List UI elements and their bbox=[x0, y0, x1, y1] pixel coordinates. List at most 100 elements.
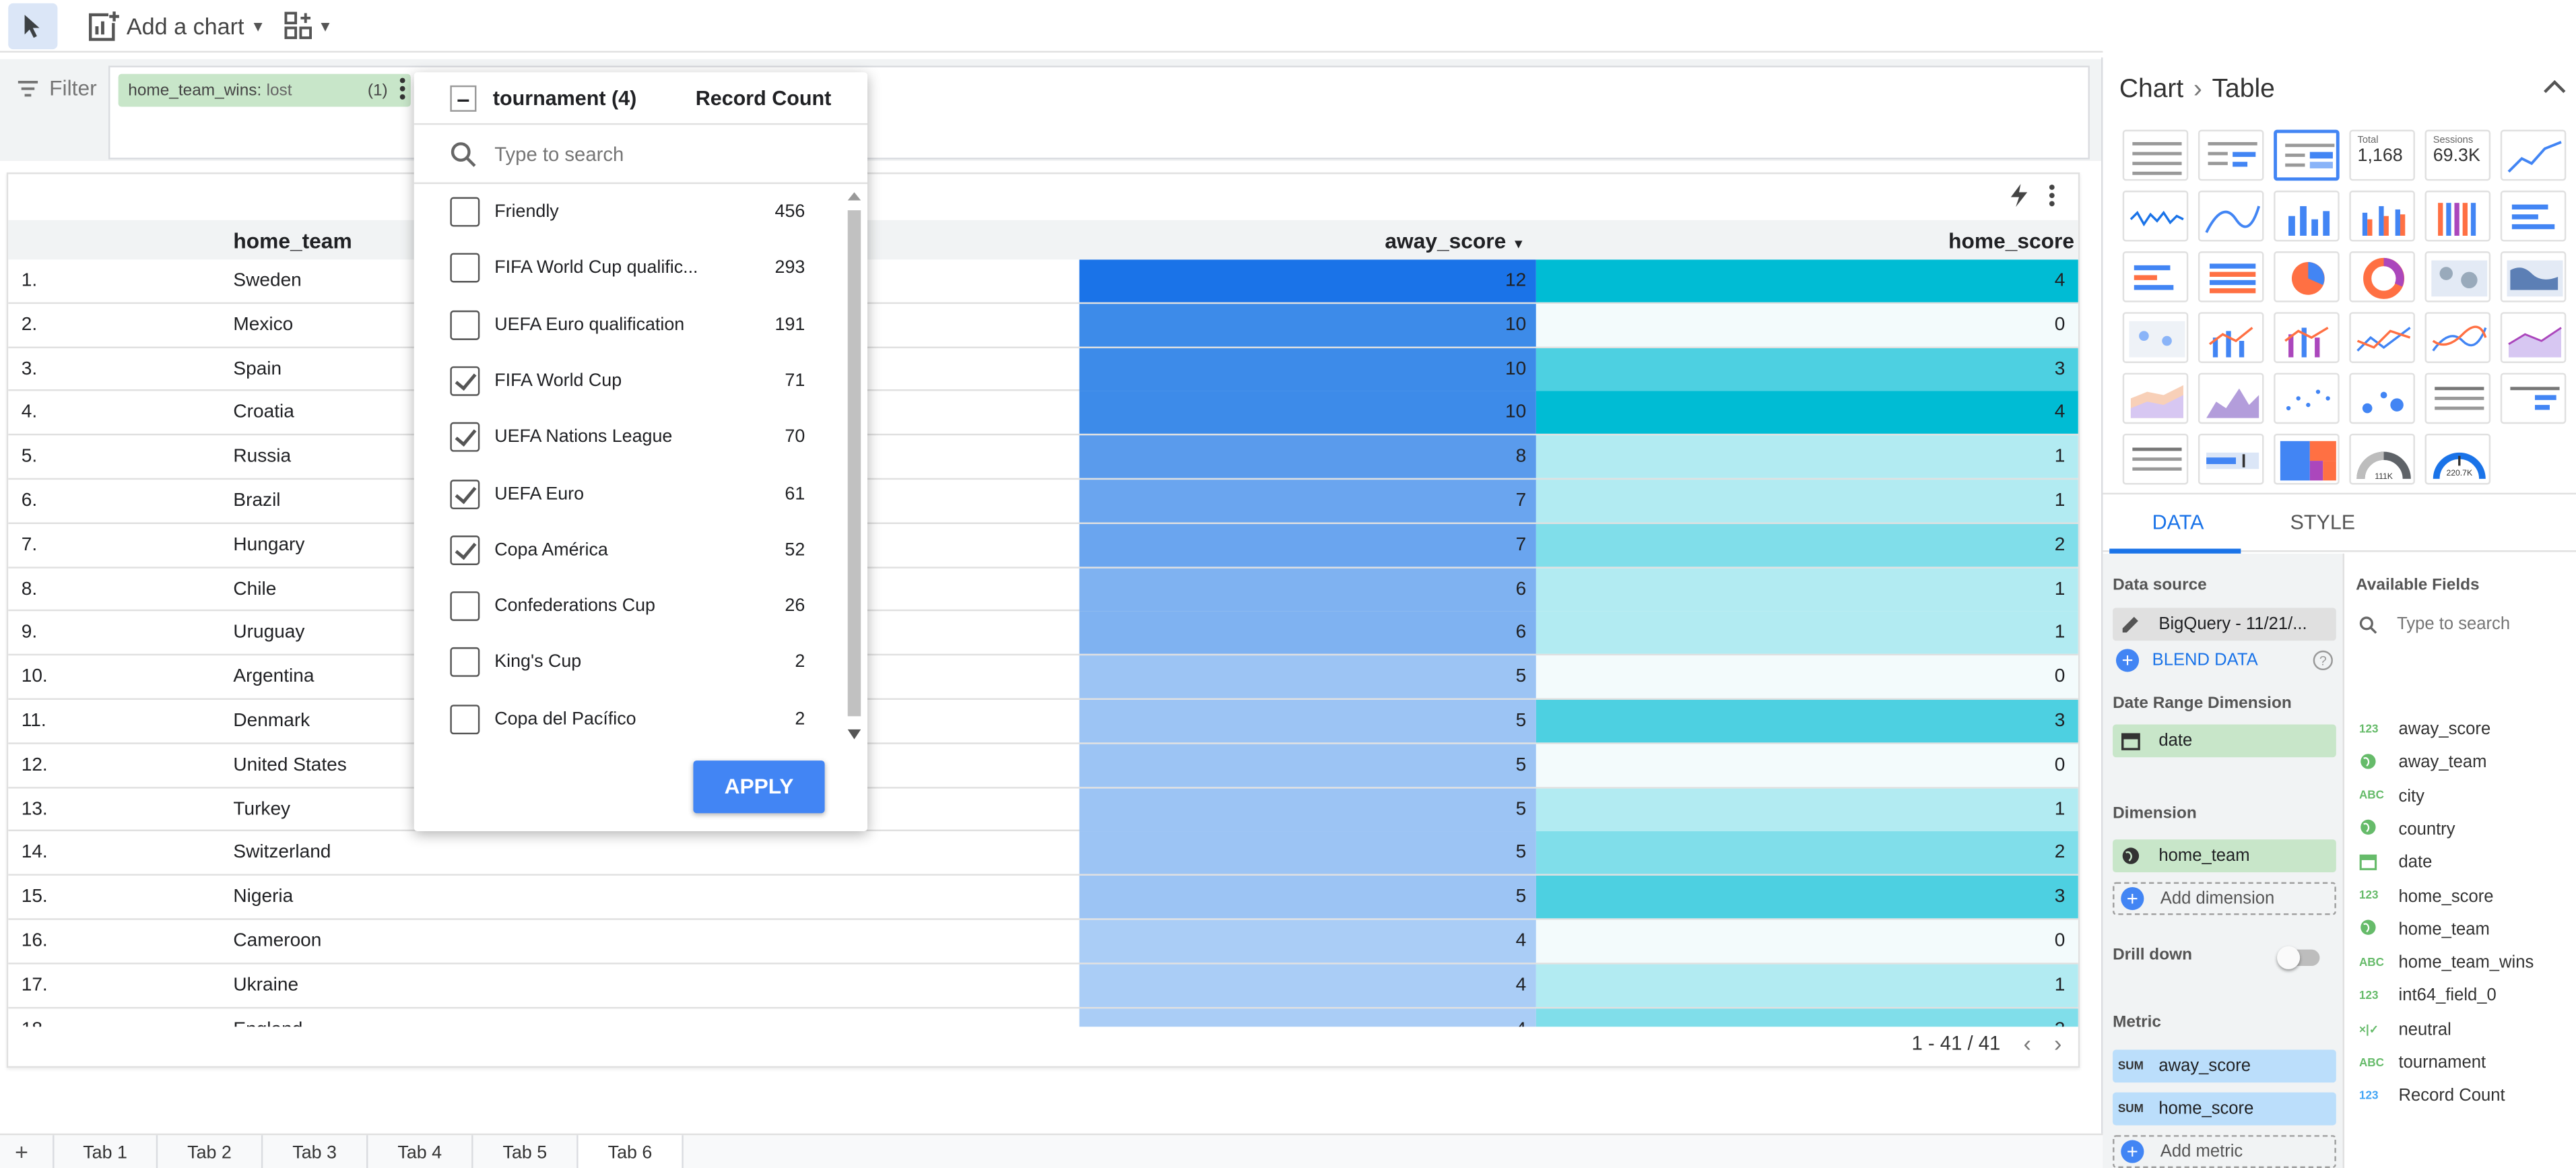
more-vert-icon[interactable] bbox=[2049, 184, 2055, 215]
checkbox-unchecked[interactable] bbox=[450, 647, 480, 678]
column-chart-icon[interactable] bbox=[2274, 190, 2340, 242]
table-row[interactable]: 8. Chile 6 1 bbox=[8, 567, 2078, 612]
dropdown-option[interactable]: UEFA Euro 61 bbox=[414, 465, 841, 522]
blend-data-button[interactable]: + BLEND DATA ? bbox=[2113, 649, 2336, 672]
dropdown-scrollbar[interactable] bbox=[843, 187, 865, 746]
dropdown-option[interactable]: UEFA Euro qualification 191 bbox=[414, 296, 841, 353]
checkbox-unchecked[interactable] bbox=[450, 591, 480, 622]
select-tool-button[interactable] bbox=[8, 2, 58, 48]
table-chart[interactable]: home_team away_score ▼ home_score 1. Swed… bbox=[6, 172, 2080, 1068]
dropdown-option[interactable]: Copa del Pacífico 2 bbox=[414, 691, 841, 748]
grouped-column-icon[interactable] bbox=[2349, 190, 2415, 242]
table-row[interactable]: 7. Hungary 7 2 bbox=[8, 523, 2078, 568]
table-row[interactable]: 14. Switzerland 5 2 bbox=[8, 831, 2078, 876]
bullet-chart-icon[interactable] bbox=[2198, 433, 2264, 485]
field-item[interactable]: home_team bbox=[2359, 913, 2490, 946]
bubble-chart-icon[interactable] bbox=[2349, 372, 2415, 424]
scorecard-total-icon[interactable]: Total 1,168 bbox=[2349, 129, 2415, 181]
checkbox-checked[interactable] bbox=[450, 366, 480, 396]
data-source-selector[interactable]: BigQuery - 11/21/... bbox=[2113, 608, 2336, 641]
column-header-home-team[interactable]: home_team bbox=[233, 228, 352, 253]
field-item[interactable]: 123 int64_field_0 bbox=[2359, 979, 2497, 1012]
table-heatmap-icon[interactable] bbox=[2274, 129, 2340, 181]
filter-chip[interactable]: home_team_wins: lost (1) bbox=[118, 73, 411, 107]
field-item[interactable]: away_team bbox=[2359, 746, 2487, 779]
tab-style[interactable]: STYLE bbox=[2290, 511, 2356, 533]
table-row[interactable]: 16. Cameroon 4 0 bbox=[8, 919, 2078, 965]
fields-search[interactable]: Type to search bbox=[2359, 608, 2573, 641]
help-icon[interactable]: ? bbox=[2313, 650, 2333, 671]
page-tab[interactable]: Tab 6 bbox=[578, 1135, 684, 1168]
stacked-combo-icon[interactable] bbox=[2274, 312, 2340, 363]
checkbox-unchecked[interactable] bbox=[450, 197, 480, 227]
page-tab[interactable]: Tab 2 bbox=[158, 1135, 263, 1168]
deselect-all-checkbox[interactable]: – bbox=[450, 85, 477, 112]
horizontal-bar-icon[interactable] bbox=[2122, 251, 2189, 302]
column-header-home-score[interactable]: home_score bbox=[1948, 228, 2074, 253]
bolt-icon[interactable] bbox=[2009, 183, 2028, 217]
page-tab[interactable]: Tab 1 bbox=[53, 1135, 158, 1168]
table-row[interactable]: 5. Russia 8 1 bbox=[8, 435, 2078, 480]
area-chart-icon[interactable] bbox=[2500, 312, 2567, 363]
table-row[interactable]: 10. Argentina 5 0 bbox=[8, 655, 2078, 700]
table-row[interactable]: 13. Turkey 5 1 bbox=[8, 787, 2078, 832]
dropdown-option[interactable]: FIFA World Cup 71 bbox=[414, 353, 841, 410]
page-tab[interactable]: Tab 5 bbox=[473, 1135, 579, 1168]
smoothed-line-icon[interactable] bbox=[2198, 190, 2264, 242]
filter-box[interactable]: home_team_wins: lost (1) bbox=[108, 65, 2090, 160]
gauge-icon[interactable]: 111K bbox=[2349, 433, 2415, 485]
table-row[interactable]: 12. United States 5 0 bbox=[8, 744, 2078, 788]
field-item[interactable]: 123 home_score bbox=[2359, 880, 2493, 913]
percent-area-icon[interactable] bbox=[2198, 372, 2264, 424]
table-row[interactable]: 9. Uruguay 6 1 bbox=[8, 612, 2078, 656]
tab-data[interactable]: DATA bbox=[2152, 511, 2204, 533]
dropdown-option[interactable]: King's Cup 2 bbox=[414, 635, 841, 691]
apply-button[interactable]: APPLY bbox=[693, 760, 825, 814]
donut-chart-icon[interactable] bbox=[2349, 251, 2415, 302]
chevron-up-icon[interactable] bbox=[2543, 74, 2566, 104]
metric-home-score[interactable]: SUM home_score bbox=[2113, 1092, 2336, 1126]
dropdown-option[interactable]: UEFA Nations League 70 bbox=[414, 410, 841, 466]
stacked-area-icon[interactable] bbox=[2122, 372, 2189, 424]
add-chart-button[interactable]: Add a chart ▼ bbox=[87, 9, 265, 42]
dropdown-option[interactable]: FIFA World Cup qualific... 293 bbox=[414, 240, 841, 297]
gauge-range-icon[interactable]: 220.7K bbox=[2424, 433, 2491, 485]
date-range-dimension[interactable]: date bbox=[2113, 724, 2336, 758]
bar-chart-icon[interactable] bbox=[2500, 190, 2567, 242]
table-row[interactable]: 18. England 42 bbox=[8, 1008, 2078, 1027]
field-item[interactable]: date bbox=[2359, 846, 2432, 879]
table-bars-icon[interactable] bbox=[2198, 129, 2264, 181]
sparkline-icon[interactable] bbox=[2122, 190, 2189, 242]
field-item[interactable]: ABC city bbox=[2359, 779, 2424, 812]
smooth-line-icon[interactable] bbox=[2424, 312, 2491, 363]
dropdown-option[interactable]: Copa América 52 bbox=[414, 522, 841, 579]
dropdown-search[interactable]: Type to search bbox=[414, 125, 868, 185]
add-dimension-button[interactable]: + Add dimension bbox=[2113, 882, 2336, 915]
chevron-left-icon[interactable]: ‹ bbox=[2024, 1030, 2031, 1056]
table-row[interactable]: 4. Croatia 10 4 bbox=[8, 391, 2078, 436]
combo-chart-icon[interactable] bbox=[2198, 312, 2264, 363]
table-icon[interactable] bbox=[2122, 129, 2189, 181]
crumb-chart[interactable]: Chart bbox=[2119, 75, 2183, 105]
time-series-icon[interactable] bbox=[2500, 129, 2567, 181]
bubble-map-icon[interactable] bbox=[2122, 312, 2189, 363]
table-row[interactable]: 1. Sweden 12 4 bbox=[8, 259, 2078, 304]
checkbox-checked[interactable] bbox=[450, 478, 480, 509]
table-row[interactable]: 17. Ukraine 4 1 bbox=[8, 964, 2078, 1008]
field-item[interactable]: 123 away_score bbox=[2359, 713, 2490, 746]
pivot-heatmap-icon[interactable] bbox=[2122, 433, 2189, 485]
checkbox-checked[interactable] bbox=[450, 422, 480, 453]
geo-map-icon[interactable] bbox=[2424, 251, 2491, 302]
add-control-button[interactable]: ▼ bbox=[282, 9, 333, 42]
dimension-home-team[interactable]: home_team bbox=[2113, 839, 2336, 873]
more-vert-icon[interactable] bbox=[399, 77, 406, 105]
table-row[interactable]: 11. Denmark 5 3 bbox=[8, 699, 2078, 744]
field-item[interactable]: country bbox=[2359, 813, 2455, 846]
pivot-bars-icon[interactable] bbox=[2500, 372, 2567, 424]
column-header-away-score[interactable]: away_score ▼ bbox=[1385, 228, 1525, 253]
table-row[interactable]: 2. Mexico 10 0 bbox=[8, 303, 2078, 348]
field-item[interactable]: ×|✓ neutral bbox=[2359, 1013, 2451, 1046]
page-tab[interactable]: Tab 4 bbox=[368, 1135, 473, 1168]
checkbox-unchecked[interactable] bbox=[450, 309, 480, 339]
table-row[interactable]: 6. Brazil 7 1 bbox=[8, 480, 2078, 524]
